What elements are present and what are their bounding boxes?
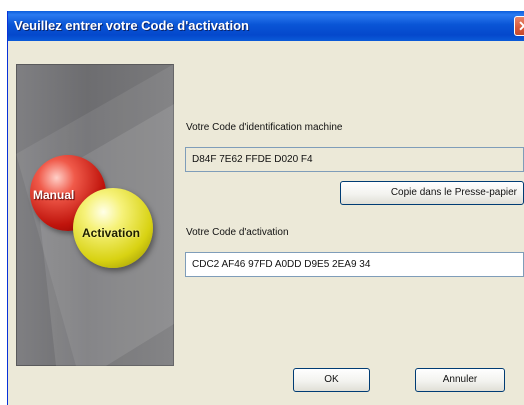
title-bar[interactable]: Veuillez entrer votre Code d'activation …	[8, 11, 524, 41]
ok-button[interactable]: OK	[293, 368, 370, 392]
activation-code-label: Votre Code d'activation	[186, 227, 289, 238]
copy-to-clipboard-button[interactable]: Copie dans le Presse-papier	[340, 181, 524, 205]
activation-ball-label: Activation	[82, 226, 141, 240]
dialog-title: Veuillez entrer votre Code d'activation	[14, 18, 249, 33]
machine-code-label: Votre Code d'identification machine	[186, 122, 343, 133]
machine-code-field[interactable]	[185, 147, 524, 172]
manual-ball-label: Manual	[33, 188, 75, 202]
cancel-button[interactable]: Annuler	[415, 368, 505, 392]
activation-code-input[interactable]	[185, 252, 524, 277]
close-button[interactable]: ✕	[514, 16, 524, 36]
close-icon: ✕	[518, 18, 524, 34]
